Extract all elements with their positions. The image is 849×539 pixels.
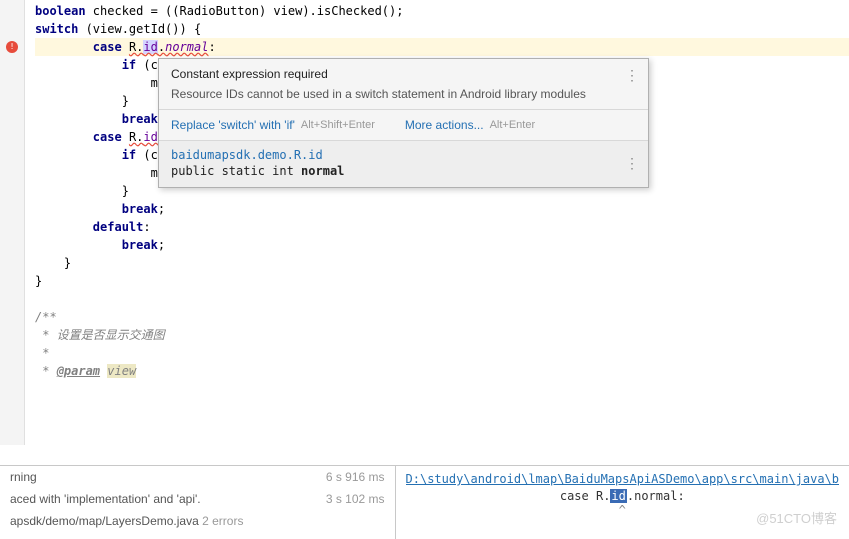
popup-actions-row: Replace 'switch' with 'if' Alt+Shift+Ent… (159, 110, 648, 141)
bottom-panel: rning 6 s 916 ms aced with 'implementati… (0, 465, 849, 539)
error-file-path[interactable]: D:\study\android\lmap\BaiduMapsApiASDemo… (406, 472, 839, 486)
build-row[interactable]: apsdk/demo/map/LayersDemo.java 2 errors (0, 510, 395, 532)
popup-error-desc: Resource IDs cannot be used in a switch … (159, 84, 648, 110)
build-row[interactable]: rning 6 s 916 ms (0, 466, 395, 488)
build-row[interactable]: aced with 'implementation' and 'api'. 3 … (0, 488, 395, 510)
quickdoc-signature: public static int normal (171, 164, 636, 178)
error-bulb-icon[interactable]: ! (6, 41, 18, 53)
intention-popup: Constant expression required ⋮ Resource … (158, 58, 649, 188)
action-replace-switch[interactable]: Replace 'switch' with 'if' (171, 118, 295, 132)
quickdoc-panel: baidumapsdk.demo.R.id public static int … (159, 141, 648, 187)
action-more[interactable]: More actions... (405, 118, 484, 132)
editor-gutter: ! (0, 0, 25, 445)
error-detail-panel[interactable]: D:\study\android\lmap\BaiduMapsApiASDemo… (396, 466, 849, 539)
build-output-panel[interactable]: rning 6 s 916 ms aced with 'implementati… (0, 466, 396, 539)
popup-more-icon[interactable]: ⋮ (625, 67, 640, 84)
error-code-line: case R.id.normal: (406, 489, 839, 503)
shortcut-label: Alt+Shift+Enter (301, 119, 375, 131)
quickdoc-package: baidumapsdk.demo.R.id (171, 148, 636, 162)
quickdoc-more-icon[interactable]: ⋮ (625, 155, 640, 172)
popup-error-title: Constant expression required ⋮ (159, 59, 648, 84)
watermark: @51CTO博客 (756, 508, 837, 527)
shortcut-label: Alt+Enter (490, 119, 536, 131)
